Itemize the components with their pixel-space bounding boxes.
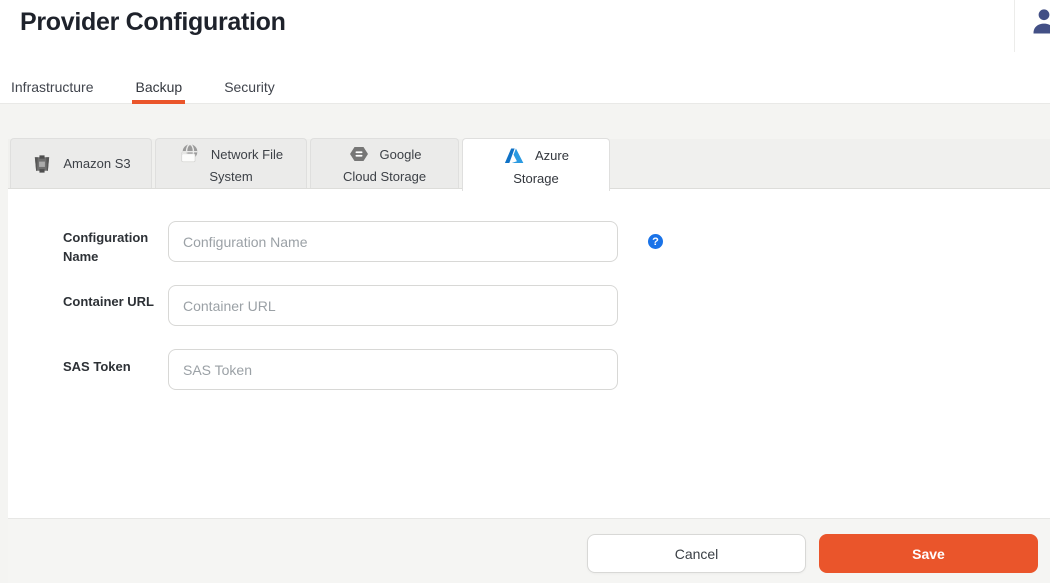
provider-tab-google-cloud-storage[interactable]: Google Cloud Storage xyxy=(310,138,459,188)
sas-token-input[interactable] xyxy=(168,349,618,390)
user-icon[interactable] xyxy=(1029,6,1050,36)
nav-tab-backup[interactable]: Backup xyxy=(135,70,182,104)
page-title: Provider Configuration xyxy=(20,5,286,39)
gcs-hexagon-icon xyxy=(348,143,370,165)
nav-tab-infrastructure[interactable]: Infrastructure xyxy=(11,70,93,104)
azure-icon xyxy=(503,145,525,167)
sas-token-label: SAS Token xyxy=(63,358,155,377)
provider-tab-label: Network File xyxy=(211,147,283,162)
provider-tabstrip: Amazon S3 Network File System xyxy=(10,138,610,191)
provider-tab-label-line2: Storage xyxy=(513,171,559,186)
configuration-name-label: Configuration Name xyxy=(63,229,155,267)
container-url-input[interactable] xyxy=(168,285,618,326)
nav-tab-security[interactable]: Security xyxy=(224,70,275,104)
provider-tab-azure-storage[interactable]: Azure Storage xyxy=(462,138,610,191)
provider-tab-amazon-s3[interactable]: Amazon S3 xyxy=(10,138,152,188)
form-footer: Cancel Save xyxy=(8,518,1050,583)
save-button[interactable]: Save xyxy=(819,534,1038,573)
header-divider xyxy=(1014,0,1015,52)
provider-tab-label: Azure xyxy=(535,148,569,163)
cancel-button[interactable]: Cancel xyxy=(587,534,806,573)
page-header: Provider Configuration Infrastructure Ba… xyxy=(0,0,1050,104)
help-icon[interactable] xyxy=(648,234,663,249)
container-url-label: Container URL xyxy=(63,293,155,312)
configuration-name-input[interactable] xyxy=(168,221,618,262)
primary-nav: Infrastructure Backup Security xyxy=(11,70,275,104)
provider-tab-label: Amazon S3 xyxy=(63,156,130,171)
provider-tab-label: Google xyxy=(380,147,422,162)
provider-tab-label-line2: System xyxy=(209,169,252,184)
provider-tab-network-file-system[interactable]: Network File System xyxy=(155,138,307,188)
provider-form-card: Configuration Name Container URL SAS Tok… xyxy=(8,188,1050,518)
s3-bucket-icon xyxy=(31,153,53,175)
provider-tab-label-line2: Cloud Storage xyxy=(343,169,426,184)
globe-folder-icon xyxy=(179,143,201,165)
